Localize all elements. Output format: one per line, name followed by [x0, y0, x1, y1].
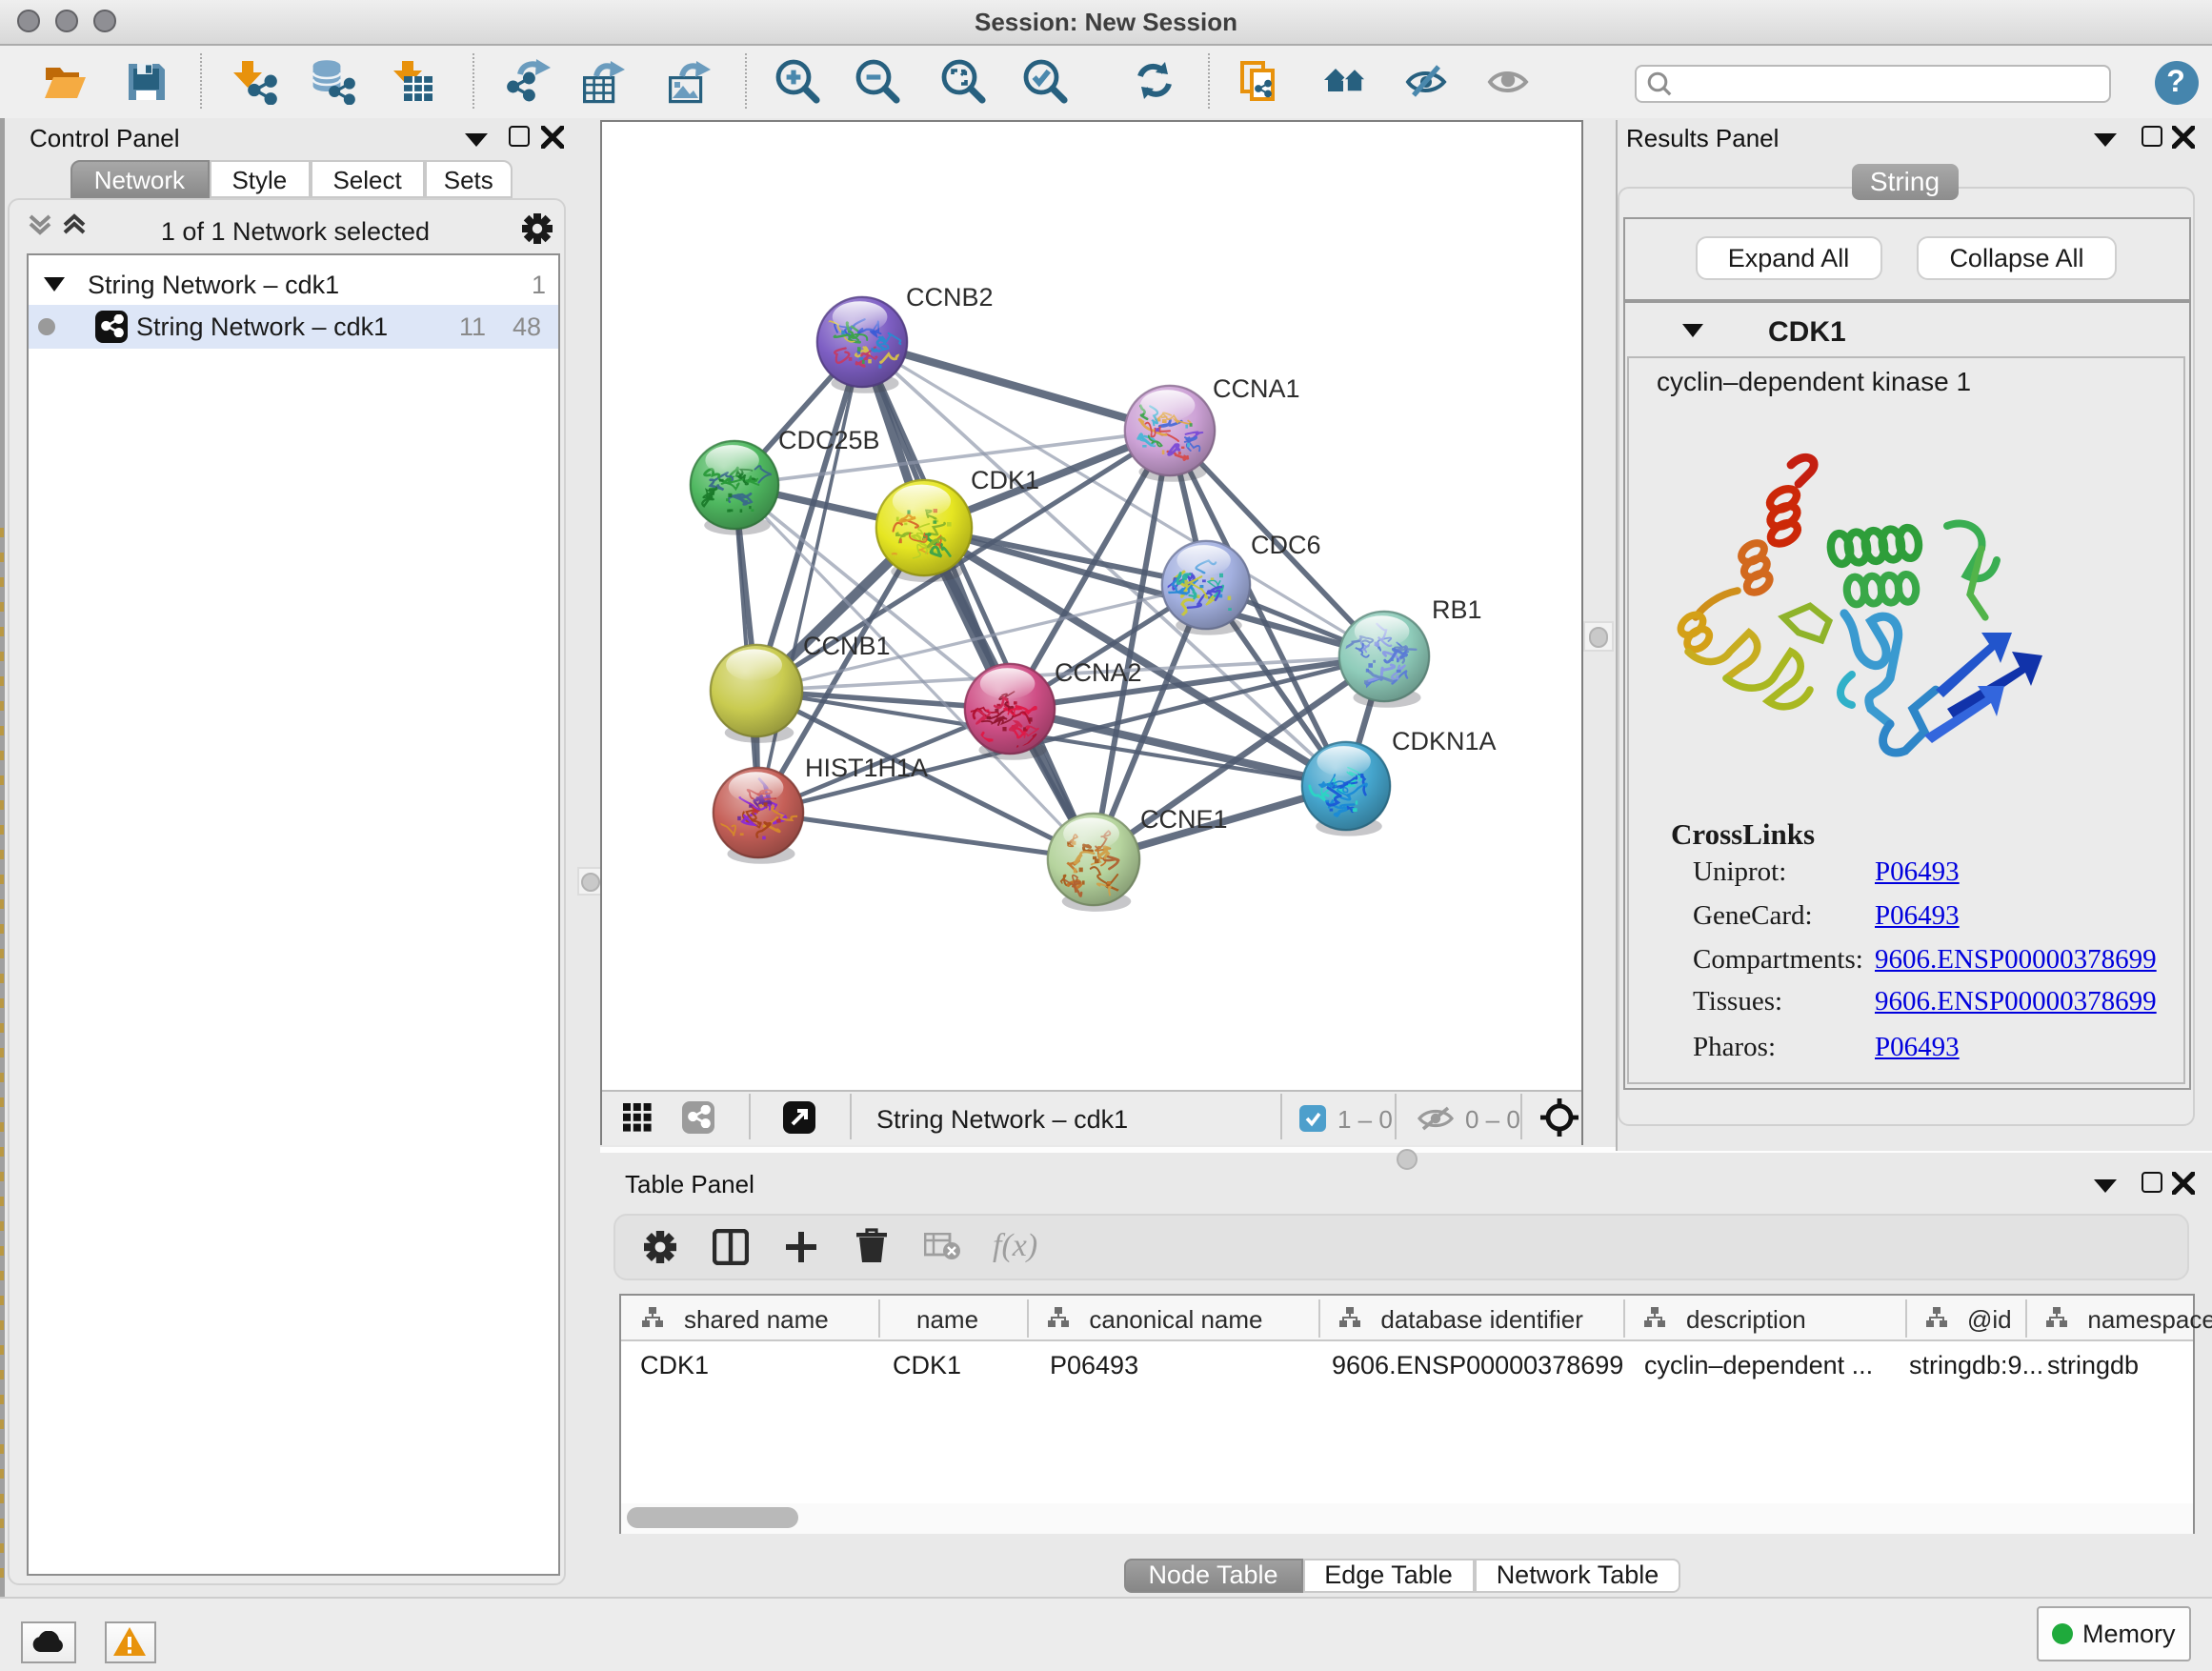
svg-text:CCNA2: CCNA2 — [1054, 657, 1141, 686]
svg-text:CCNB2: CCNB2 — [905, 282, 993, 311]
svg-text:CCNA1: CCNA1 — [1212, 373, 1299, 402]
svg-text:CCNB1: CCNB1 — [802, 631, 890, 659]
svg-text:CDC6: CDC6 — [1250, 530, 1320, 558]
svg-text:CDK1: CDK1 — [970, 465, 1038, 493]
svg-text:CCNE1: CCNE1 — [1139, 804, 1227, 833]
svg-text:CDKN1A: CDKN1A — [1391, 726, 1496, 755]
svg-text:RB1: RB1 — [1431, 594, 1481, 623]
svg-text:CDC25B: CDC25B — [777, 425, 879, 453]
svg-text:HIST1H1A: HIST1H1A — [804, 753, 927, 781]
